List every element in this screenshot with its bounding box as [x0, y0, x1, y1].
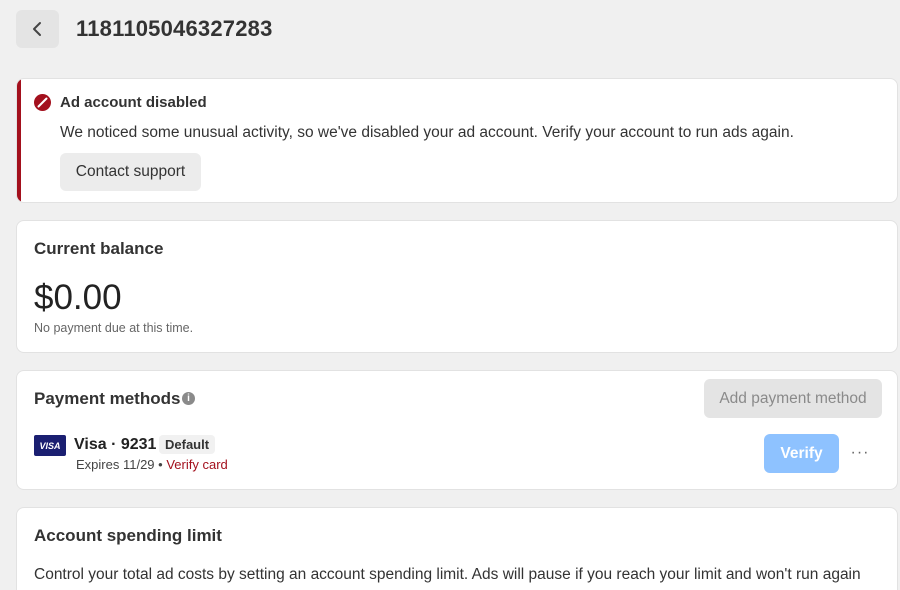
- expiry-date: Expires 11/29: [76, 457, 155, 472]
- alert-header: Ad account disabled: [34, 94, 207, 111]
- payment-methods-card: Payment methods i Add payment method VIS…: [16, 370, 898, 490]
- chevron-left-icon: [32, 22, 41, 36]
- alert-accent-bar: [17, 79, 21, 202]
- spending-limit-description: Control your total ad costs by setting a…: [34, 566, 861, 583]
- account-disabled-alert: Ad account disabled We noticed some unus…: [16, 78, 898, 203]
- spending-limit-title: Account spending limit: [34, 526, 222, 545]
- prohibited-icon: [34, 94, 51, 111]
- payment-method-details: Expires 11/29 • Verify card: [76, 457, 228, 472]
- balance-amount: $0.00: [34, 278, 122, 317]
- page-header: 1181105046327283: [16, 10, 273, 48]
- payment-methods-title: Payment methods: [34, 389, 181, 408]
- verify-button[interactable]: Verify: [764, 434, 839, 473]
- separator-dot: •: [158, 457, 163, 472]
- spending-limit-card: Account spending limit Control your tota…: [16, 507, 898, 590]
- visa-logo: VISA: [34, 435, 66, 456]
- contact-support-button[interactable]: Contact support: [60, 153, 201, 191]
- page-title: 1181105046327283: [76, 16, 273, 41]
- verify-card-link[interactable]: Verify card: [166, 457, 227, 472]
- default-badge: Default: [159, 435, 216, 454]
- alert-title: Ad account disabled: [60, 94, 207, 111]
- payment-method-name: Visa · 9231: [74, 436, 157, 453]
- alert-message: We noticed some unusual activity, so we'…: [60, 124, 794, 141]
- more-options-icon[interactable]: ···: [849, 443, 871, 463]
- balance-note: No payment due at this time.: [34, 321, 194, 335]
- back-button[interactable]: [16, 10, 59, 48]
- balance-title: Current balance: [34, 239, 164, 258]
- current-balance-card: Current balance $0.00 No payment due at …: [16, 220, 898, 353]
- add-payment-method-button[interactable]: Add payment method: [704, 379, 882, 418]
- info-icon[interactable]: i: [182, 392, 195, 405]
